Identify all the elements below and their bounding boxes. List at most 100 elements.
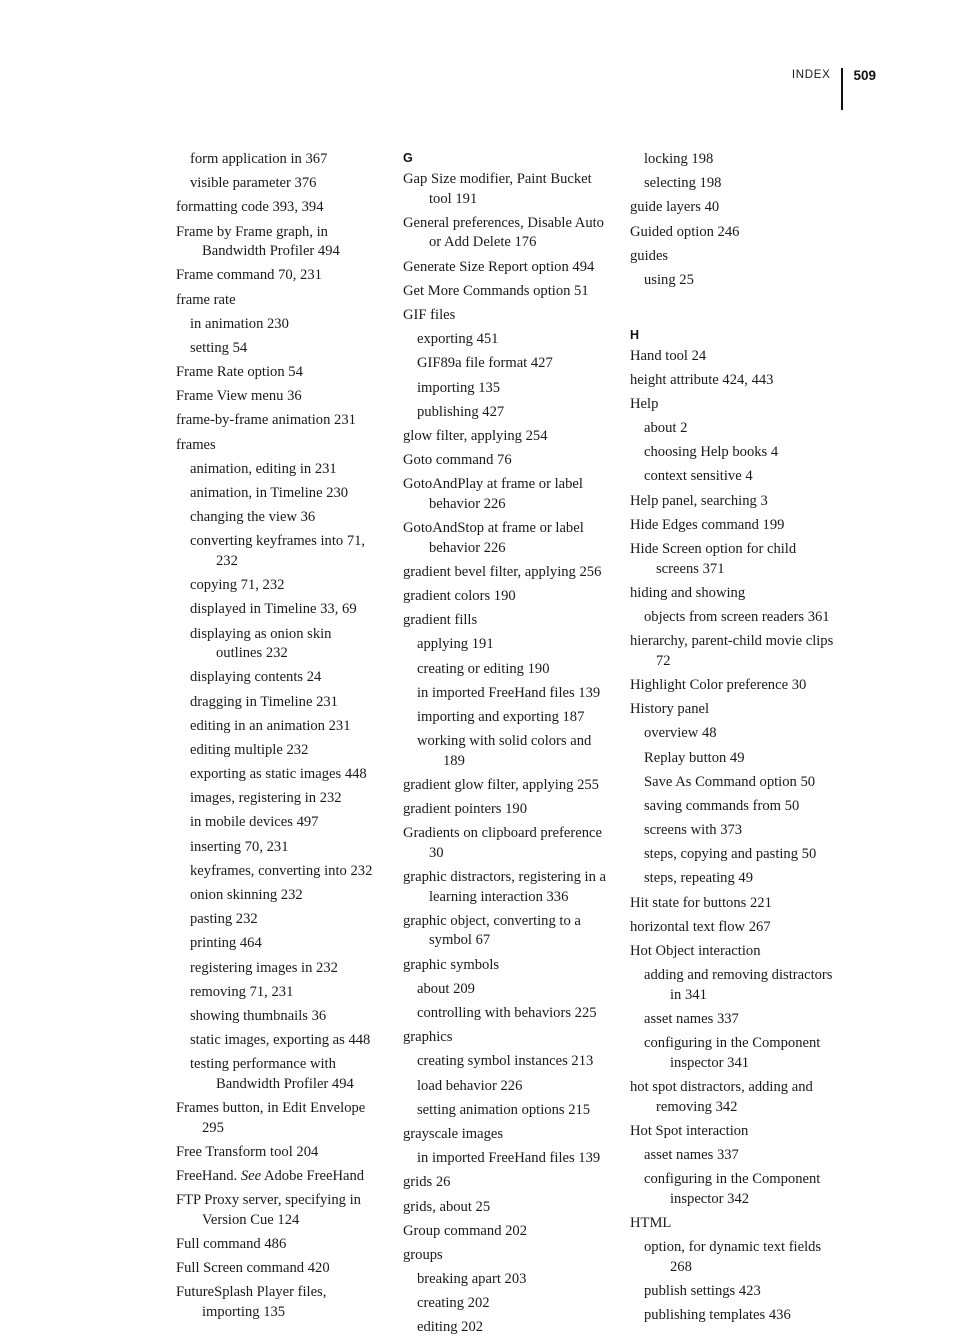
index-entry: Hide Screen option for child screens 371 xyxy=(630,541,797,577)
index-subentry: editing multiple 232 xyxy=(190,741,309,758)
index-subentry: in imported FreeHand files 139 xyxy=(417,1150,601,1167)
index-entry: Frame command 70, 231 xyxy=(176,267,322,284)
letter-heading: H xyxy=(630,327,640,342)
index-entry: graphic symbols xyxy=(403,956,500,973)
index-entry: Gradients on clipboard preference 30 xyxy=(403,825,602,861)
index-entry: Frame Rate option 54 xyxy=(176,364,303,381)
index-entry: Hit state for buttons 221 xyxy=(630,894,772,911)
index-subentry: onion skinning 232 xyxy=(190,887,303,904)
index-subentry: option, for dynamic text fields 268 xyxy=(644,1239,822,1275)
index-subentry: visible parameter 376 xyxy=(190,175,317,192)
index-entry: hot spot distractors, adding and removin… xyxy=(630,1078,813,1115)
index-entry: Frame View menu 36 xyxy=(176,388,302,405)
index-entry: FTP Proxy server, specifying in Version … xyxy=(176,1192,361,1228)
index-subentry: overview 48 xyxy=(644,725,717,742)
index-subentry: static images, exporting as 448 xyxy=(190,1032,371,1049)
index-entry: frames xyxy=(176,436,216,453)
index-subentry: about 209 xyxy=(417,980,475,997)
index-subentry: publishing templates 436 xyxy=(644,1307,791,1324)
index-subentry: copying 71, 232 xyxy=(190,577,285,594)
index-entry: graphic object, converting to a symbol 6… xyxy=(403,912,581,949)
index-subentry: keyframes, converting into 232 xyxy=(190,862,373,879)
index-entry: hierarchy, parent-child movie clips 72 xyxy=(630,633,834,669)
index-subentry: form application in 367 xyxy=(190,151,328,167)
index-entry: frame rate xyxy=(176,291,236,308)
index-entry: grids, about 25 xyxy=(403,1198,491,1215)
index-subentry: locking 198 xyxy=(644,151,714,167)
index-entry: Hot Spot interaction xyxy=(630,1122,749,1139)
index-entry: hiding and showing xyxy=(630,584,746,601)
index-entry: Hand tool 24 xyxy=(630,347,707,364)
index-subentry: dragging in Timeline 231 xyxy=(190,693,338,710)
index-entry: groups xyxy=(403,1246,443,1263)
index-subentry: steps, copying and pasting 50 xyxy=(644,846,817,863)
index-subentry: in mobile devices 497 xyxy=(190,814,319,831)
index-subentry: creating 202 xyxy=(417,1295,490,1312)
index-subentry: exporting as static images 448 xyxy=(190,766,367,783)
index-entry: Get More Commands option 51 xyxy=(403,282,589,299)
index-subentry: setting 54 xyxy=(190,339,248,356)
index-entry: graphics xyxy=(403,1029,453,1046)
index-subentry: changing the view 36 xyxy=(190,509,316,526)
index-subentry: objects from screen readers 361 xyxy=(644,609,830,625)
index-entry: Hot Object interaction xyxy=(630,943,761,960)
index-subentry: removing 71, 231 xyxy=(190,983,294,1000)
index-entry: General preferences, Disable Auto or Add… xyxy=(403,214,604,251)
index-subentry: converting keyframes into 71, 232 xyxy=(190,533,366,569)
index-entry: Highlight Color preference 30 xyxy=(630,676,807,693)
index-subentry: animation, in Timeline 230 xyxy=(190,485,349,502)
index-subentry: creating symbol instances 213 xyxy=(417,1053,594,1070)
index-entry: grids 26 xyxy=(403,1174,451,1191)
index-page: INDEX 509 form application in 367 visible… xyxy=(0,0,954,1335)
index-subentry: context sensitive 4 xyxy=(644,468,753,485)
index-subentry: testing performance with Bandwidth Profi… xyxy=(190,1056,354,1092)
index-subentry: GIF89a file format 427 xyxy=(417,355,553,372)
index-subentry: configuring in the Component inspector 3… xyxy=(644,1035,821,1071)
running-head-label: INDEX xyxy=(791,69,831,81)
index-subentry: displayed in Timeline 33, 69 xyxy=(190,601,357,618)
index-subentry: displaying contents 24 xyxy=(190,669,322,686)
index-subentry: load behavior 226 xyxy=(417,1077,523,1094)
index-subentry: configuring in the Component inspector 3… xyxy=(644,1171,821,1207)
column-3: locking 198 selecting 198 guide layers 40 G… xyxy=(630,150,835,1343)
letter-heading: G xyxy=(403,151,413,165)
index-subentry: printing 464 xyxy=(190,935,262,952)
index-subentry: registering images in 232 xyxy=(190,959,338,976)
index-subentry: animation, editing in 231 xyxy=(190,460,337,477)
index-subentry: editing in an animation 231 xyxy=(190,717,351,734)
index-entry: Gap Size modifier, Paint Bucket tool 191 xyxy=(403,171,592,207)
index-subentry: publish settings 423 xyxy=(644,1282,761,1299)
index-entry: Help xyxy=(630,395,659,412)
index-entry: gradient pointers 190 xyxy=(403,801,528,818)
index-subentry: importing 135 xyxy=(417,379,501,396)
index-subentry: Replay button 49 xyxy=(644,749,745,766)
index-subentry: screens with 373 xyxy=(644,822,743,839)
index-subentry: showing thumbnails 36 xyxy=(190,1007,327,1024)
index-subentry: publishing 427 xyxy=(417,403,505,420)
index-subentry: about 2 xyxy=(644,420,688,437)
index-entry: guide layers 40 xyxy=(630,199,720,216)
index-subentry: asset names 337 xyxy=(644,1146,739,1163)
index-subentry: controlling with behaviors 225 xyxy=(417,1005,597,1021)
index-subentry: inserting 70, 231 xyxy=(190,838,289,855)
index-entry: formatting code 393, 394 xyxy=(176,199,324,216)
index-columns: form application in 367 visible parameter… xyxy=(176,150,836,1343)
index-entry: guides xyxy=(630,247,669,264)
index-entry: GIF files xyxy=(403,306,456,323)
index-entry: glow filter, applying 254 xyxy=(403,427,548,444)
index-subentry: Save As Command option 50 xyxy=(644,773,816,790)
index-entry: GotoAndStop at frame or label behavior 2… xyxy=(403,520,584,556)
index-entry: Frame by Frame graph, in Bandwidth Profi… xyxy=(176,223,340,260)
index-entry: graphic distractors, registering in a le… xyxy=(403,869,607,905)
index-entry: Hide Edges command 199 xyxy=(630,516,785,533)
index-subentry: creating or editing 190 xyxy=(417,660,550,677)
index-subentry: displaying as onion skin outlines 232 xyxy=(190,625,332,662)
index-entry: Guided option 246 xyxy=(630,223,740,240)
index-subentry: pasting 232 xyxy=(190,911,258,928)
index-subentry: choosing Help books 4 xyxy=(644,444,779,461)
index-subentry: in animation 230 xyxy=(190,315,289,332)
index-entry: Full command 486 xyxy=(176,1236,287,1253)
index-subentry: asset names 337 xyxy=(644,1011,739,1027)
index-entry: frame-by-frame animation 231 xyxy=(176,412,356,429)
index-entry: Free Transform tool 204 xyxy=(176,1143,319,1160)
